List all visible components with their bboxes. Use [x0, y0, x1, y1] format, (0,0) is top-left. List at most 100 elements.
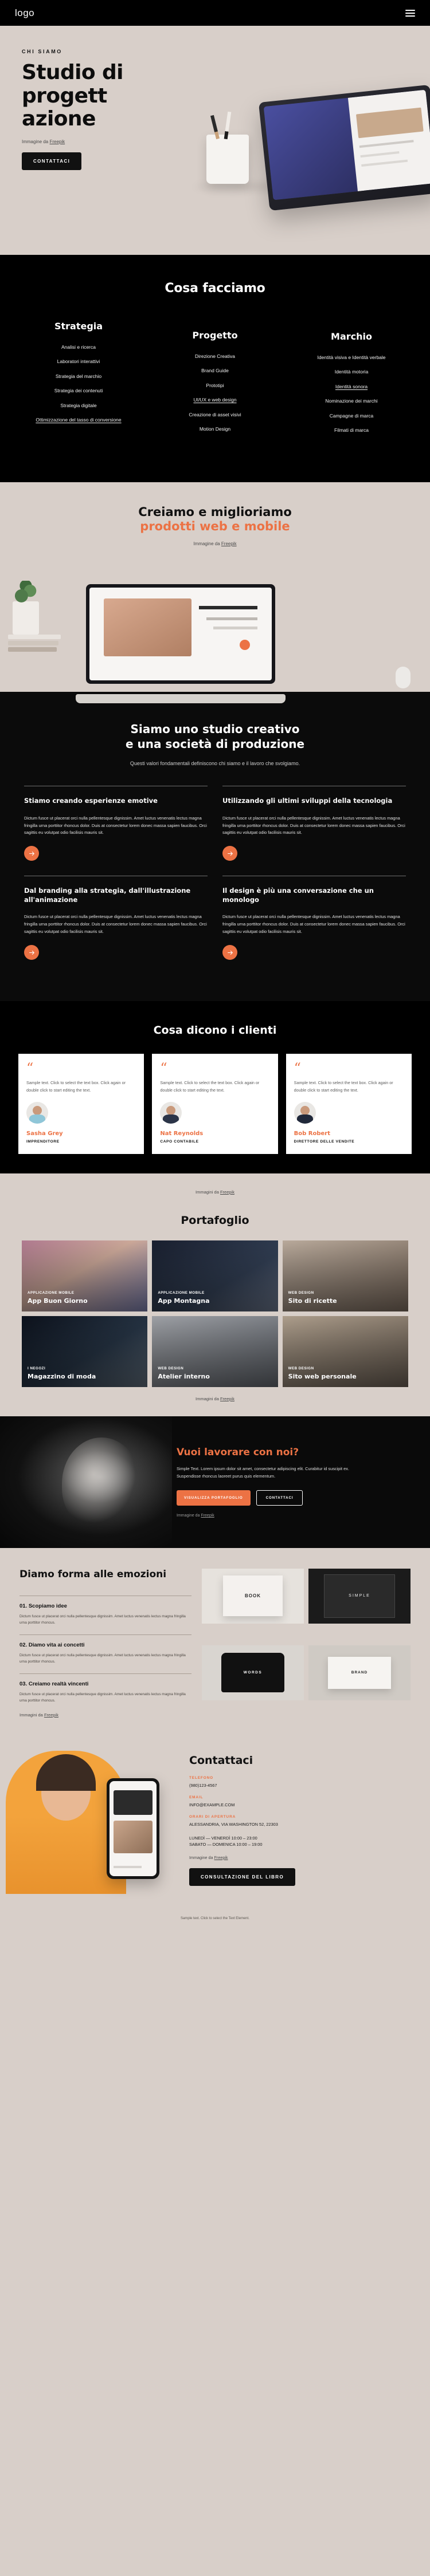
value-card: Il design è più una conversazione che un…: [222, 876, 406, 960]
value-card-heading: Dal branding alla strategia, dall'illust…: [24, 887, 191, 904]
site-header: logo: [0, 0, 430, 26]
tile-label: BOOK: [244, 1593, 261, 1599]
arrow-right-icon[interactable]: [24, 846, 39, 861]
hero-section: CHI SIAMO Studio di progett azione Immag…: [0, 26, 430, 255]
service-item[interactable]: Identità motoria: [283, 369, 420, 375]
promo-image-credit: Immagine da Freepik: [0, 541, 430, 546]
values-grid: Stiamo creando esperienze emotive Dictum…: [0, 786, 430, 975]
emotions-section: Diamo forma alle emozioni 01. Scopiamo i…: [0, 1547, 430, 1734]
service-item[interactable]: Brand Guide: [147, 368, 283, 374]
service-item[interactable]: UI/UX e web design: [147, 397, 283, 403]
service-item[interactable]: Filmati di marca: [283, 427, 420, 434]
freepik-link[interactable]: Freepik: [220, 1189, 234, 1195]
freepik-link[interactable]: Freepik: [49, 139, 65, 144]
contact-image-credit: Immagine da Freepik: [189, 1855, 413, 1860]
portfolio-card[interactable]: WEB DESIGN Atelier interno: [152, 1315, 278, 1387]
emotions-image-credit: Immagini da Freepik: [19, 1712, 191, 1718]
service-item[interactable]: Identità sonora: [283, 384, 420, 390]
service-item[interactable]: Laboratori interattivi: [10, 359, 147, 365]
services-column-progetto: Progetto Direzione Creativa Brand Guide …: [147, 321, 283, 441]
emotions-title: Diamo forma alle emozioni: [19, 1568, 167, 1580]
contact-address: ORARI DI APERTURA ALESSANDRIA, VIA WASHI…: [189, 1815, 413, 1827]
step-text: Dictum fusce ut placerat orci nulla pell…: [19, 1692, 186, 1703]
portfolio-category: WEB DESIGN: [288, 1366, 314, 1370]
portfolio-card[interactable]: APPLICAZIONE MOBILE App Montagna: [152, 1240, 278, 1311]
gallery-tile[interactable]: WORDS: [202, 1645, 304, 1700]
arrow-right-icon[interactable]: [222, 945, 237, 960]
portfolio-card[interactable]: APPLICAZIONE MOBILE App Buon Giorno: [22, 1240, 148, 1311]
service-item[interactable]: Analisi e ricerca: [10, 344, 147, 350]
credit-prefix: Immagine da: [177, 1514, 201, 1518]
credit-prefix: Immagini da: [196, 1189, 220, 1195]
contact-hours: LUNEDÌ — VENERDÌ 10:00 – 23:00 SABATO — …: [189, 1835, 413, 1848]
testimonial-card: “ Sample text. Click to select the text …: [286, 1054, 412, 1154]
service-item[interactable]: Direzione Creativa: [147, 353, 283, 360]
service-item[interactable]: Nominazione dei marchi: [283, 398, 420, 404]
portfolio-card[interactable]: WEB DESIGN Sito di ricette: [282, 1240, 408, 1311]
portfolio-title-item: App Montagna: [158, 1297, 210, 1305]
service-item[interactable]: Prototipi: [147, 383, 283, 389]
service-item[interactable]: Ottimizzazione del tasso di conversione: [10, 417, 147, 423]
mouse-graphic: [396, 667, 411, 689]
hero-illustration: [183, 70, 430, 242]
credit-prefix: Immagine da: [22, 139, 50, 145]
book-consultation-button[interactable]: CONSULTAZIONE DEL LIBRO: [189, 1868, 296, 1886]
contact-phone-value[interactable]: (980)123-4567: [189, 1782, 413, 1789]
portfolio-category: APPLICAZIONE MOBILE: [28, 1290, 75, 1295]
gallery-tile[interactable]: SIMPLE: [308, 1568, 411, 1624]
freepik-link[interactable]: Freepik: [214, 1855, 228, 1860]
contact-button[interactable]: CONTATTACI: [256, 1490, 303, 1506]
portfolio-title-item: Sito web personale: [288, 1372, 357, 1380]
site-footer: Sample text. Click to select the Text El…: [0, 1911, 430, 1931]
laptop-graphic: [258, 84, 430, 211]
service-item[interactable]: Creazione di asset visivi: [147, 412, 283, 418]
logo[interactable]: logo: [15, 7, 34, 19]
service-item[interactable]: Motion Design: [147, 426, 283, 432]
value-card-body: Dictum fusce ut placerat orci nulla pell…: [24, 914, 207, 935]
freepik-link[interactable]: Freepik: [221, 541, 237, 546]
quote-icon: “: [294, 1060, 301, 1077]
avatar: [160, 1101, 182, 1124]
contact-phone-label: TELEFONO: [189, 1775, 213, 1780]
value-card-body: Dictum fusce ut placerat orci nulla pell…: [24, 815, 207, 836]
portfolio-title-item: Sito di ricette: [288, 1297, 337, 1305]
value-card-heading: Il design è più una conversazione che un…: [222, 887, 374, 904]
quote-icon: “: [160, 1060, 167, 1077]
service-item[interactable]: Campagne di marca: [283, 413, 420, 419]
hamburger-icon[interactable]: [405, 9, 415, 17]
gallery-tile[interactable]: BOOK: [202, 1568, 304, 1624]
contact-email-value[interactable]: INFO@EXAMPLE.COM: [189, 1802, 413, 1808]
avatar: [26, 1101, 48, 1124]
view-portfolio-button[interactable]: VISUALIZZA PORTAFOGLIO: [177, 1490, 251, 1506]
contact-hours-value: LUNEDÌ — VENERDÌ 10:00 – 23:00 SABATO — …: [189, 1835, 263, 1848]
portfolio-category: WEB DESIGN: [158, 1366, 184, 1370]
laptop-graphic: [76, 584, 286, 704]
contact-address-label: ORARI DI APERTURA: [189, 1815, 236, 1819]
testimonials-image-credit: Immagini da Freepik: [0, 1189, 430, 1195]
service-item[interactable]: Identità visiva e Identità verbale: [283, 355, 420, 361]
quote-icon: “: [26, 1060, 34, 1077]
freepik-link[interactable]: Freepik: [220, 1396, 234, 1401]
service-item[interactable]: Strategia digitale: [10, 403, 147, 409]
step-title: 01. Scopiamo idee: [19, 1603, 67, 1610]
values-line-2: e una società di produzione: [125, 737, 305, 751]
testimonials-title: Cosa dicono i clienti: [153, 1024, 277, 1037]
credit-prefix: Immagine da: [193, 541, 221, 547]
freepik-link[interactable]: Freepik: [44, 1712, 58, 1718]
portfolio-title-item: Magazzino di moda: [28, 1372, 96, 1380]
contact-email: EMAIL INFO@EXAMPLE.COM: [189, 1795, 413, 1808]
portfolio-card[interactable]: I NEGOZI Magazzino di moda: [22, 1315, 148, 1387]
values-subtitle: Questi valori fondamentali definiscono c…: [130, 761, 300, 767]
testimonials-section: Cosa dicono i clienti “ Sample text. Cli…: [0, 1001, 430, 1173]
testimonial-name: Nat Reynolds: [160, 1130, 204, 1137]
service-item[interactable]: Strategia del marchio: [10, 373, 147, 380]
portfolio-title: Portafoglio: [181, 1214, 249, 1227]
services-columns: Strategia Analisi e ricerca Laboratori i…: [0, 321, 430, 442]
hero-contact-button[interactable]: CONTATTACI: [22, 152, 82, 171]
portfolio-card[interactable]: WEB DESIGN Sito web personale: [282, 1315, 408, 1387]
arrow-right-icon[interactable]: [222, 846, 237, 861]
gallery-tile[interactable]: BRAND: [308, 1645, 411, 1700]
freepik-link[interactable]: Freepik: [201, 1514, 214, 1518]
arrow-right-icon[interactable]: [24, 945, 39, 960]
service-item[interactable]: Strategia dei contenuti: [10, 388, 147, 394]
